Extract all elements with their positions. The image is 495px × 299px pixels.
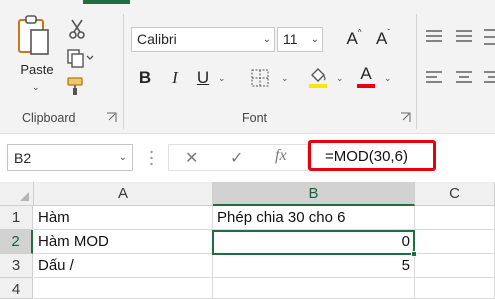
cell-a1[interactable]: Hàm <box>34 206 213 230</box>
align-left-icon[interactable] <box>425 70 443 84</box>
clipboard-dialog-launcher-icon[interactable] <box>106 112 117 123</box>
paste-label: Paste <box>20 62 54 77</box>
insert-function-icon[interactable]: fx <box>275 147 287 165</box>
cut-icon[interactable] <box>68 18 86 40</box>
font-size-value: 11 <box>283 31 298 47</box>
borders-icon[interactable] <box>250 68 272 88</box>
format-painter-icon[interactable] <box>66 76 88 96</box>
align-top-icon[interactable] <box>425 29 443 43</box>
column-header-c[interactable]: C <box>415 182 495 206</box>
chevron-down-icon: ⌄ <box>118 152 127 163</box>
font-size-select[interactable]: 11 ⌄ <box>277 27 323 52</box>
column-header-a[interactable]: A <box>34 182 213 206</box>
underline-button[interactable]: U <box>195 68 211 88</box>
font-dialog-launcher-icon[interactable] <box>400 112 411 123</box>
column-header-b[interactable]: B <box>213 182 415 206</box>
align-right-icon[interactable] <box>484 70 495 84</box>
formula-bar-resize-handle-icon[interactable] <box>150 150 153 166</box>
font-color-button[interactable]: A <box>357 64 375 88</box>
font-color-glyph: A <box>360 64 372 83</box>
fill-color-chevron-icon[interactable]: ⌄ <box>336 73 344 84</box>
cell-c1[interactable] <box>415 206 495 230</box>
caret-down-icon: ˇ <box>387 28 390 37</box>
name-box-value: B2 <box>14 150 32 166</box>
font-name-value: Calibri <box>137 31 177 47</box>
select-all-triangle-icon <box>20 192 29 201</box>
underline-options-chevron-icon[interactable]: ⌄ <box>218 73 226 84</box>
shrink-font-glyph: A <box>375 29 388 48</box>
align-center-icon[interactable] <box>455 70 473 84</box>
row-header-2[interactable]: 2 <box>0 230 33 254</box>
cell-c4[interactable] <box>415 278 495 299</box>
chevron-down-icon: ⌄ <box>310 34 319 45</box>
align-bottom-icon[interactable] <box>484 27 495 47</box>
copy-icon[interactable] <box>66 48 94 68</box>
italic-button[interactable]: I <box>167 68 183 88</box>
group-divider <box>123 14 124 129</box>
chevron-down-icon: ⌄ <box>262 34 271 45</box>
font-color-swatch <box>357 84 375 88</box>
fill-handle[interactable] <box>411 251 417 257</box>
decrease-font-size-button[interactable]: Aˇ <box>374 28 392 49</box>
paste-button[interactable]: Paste ⌄ <box>15 12 59 96</box>
cell-a3[interactable]: Dấu / <box>34 254 213 278</box>
enter-icon[interactable]: ✓ <box>230 148 243 168</box>
align-middle-icon[interactable] <box>455 29 473 43</box>
font-name-select[interactable]: Calibri ⌄ <box>131 27 275 52</box>
paste-icon <box>18 15 49 55</box>
cell-a2[interactable]: Hàm MOD <box>34 230 213 254</box>
cell-b3[interactable]: 5 <box>213 254 415 278</box>
cell-c3[interactable] <box>415 254 495 278</box>
cancel-icon[interactable]: ✕ <box>185 148 198 168</box>
formula-input[interactable]: =MOD(30,6) <box>308 140 436 171</box>
group-divider <box>416 14 417 129</box>
cell-b4[interactable] <box>213 278 415 299</box>
font-color-chevron-icon[interactable]: ⌄ <box>384 73 392 84</box>
select-all-corner[interactable] <box>0 182 34 206</box>
cell-c2[interactable] <box>415 230 495 254</box>
increase-font-size-button[interactable]: A^ <box>345 28 363 49</box>
row-header-1[interactable]: 1 <box>0 206 33 230</box>
bold-button[interactable]: B <box>137 68 153 88</box>
cell-a4[interactable] <box>34 278 213 299</box>
font-group-label: Font <box>242 111 268 125</box>
row-header-4[interactable]: 4 <box>0 278 33 299</box>
chevron-down-icon[interactable]: ⌄ <box>32 82 40 93</box>
name-box[interactable]: B2 ⌄ <box>7 144 133 171</box>
borders-options-chevron-icon[interactable]: ⌄ <box>281 73 289 84</box>
grow-font-glyph: A <box>346 29 358 48</box>
home-ribbon: Paste ⌄ Clipboard Calibri ⌄ 11 ⌄ A^ Aˇ B… <box>0 0 495 133</box>
caret-up-icon: ^ <box>357 28 362 37</box>
row-header-3[interactable]: 3 <box>0 254 33 278</box>
cell-b1[interactable]: Phép chia 30 cho 6 <box>213 206 415 230</box>
fill-color-icon[interactable] <box>307 66 329 88</box>
formula-buttons-area: ✕ ✓ fx <box>168 144 308 171</box>
clipboard-group-label: Clipboard <box>22 111 76 125</box>
active-cell-outline <box>212 230 415 255</box>
active-tab-indicator <box>83 0 130 4</box>
